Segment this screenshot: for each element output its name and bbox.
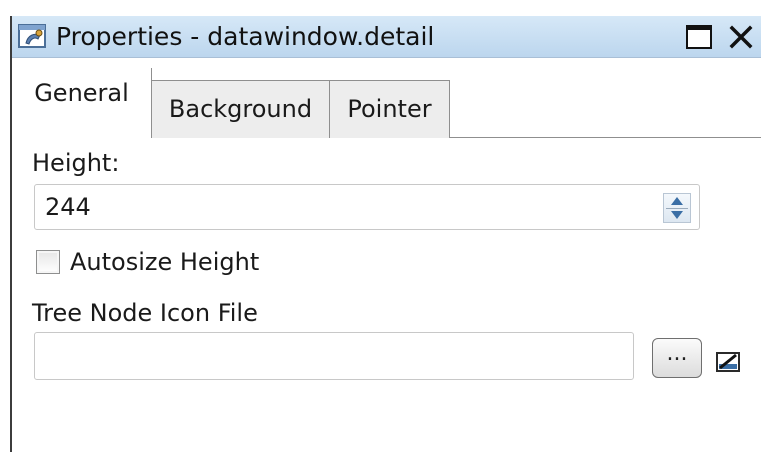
maximize-button[interactable]	[682, 22, 716, 52]
height-value[interactable]: 244	[45, 192, 91, 222]
title-bar[interactable]: Properties - datawindow.detail	[12, 16, 761, 58]
tab-pointer[interactable]: Pointer	[330, 80, 450, 138]
autosize-height-label[interactable]: Autosize Height	[70, 247, 259, 277]
browse-button[interactable]: ...	[652, 338, 702, 378]
edit-icon[interactable]	[716, 352, 742, 374]
properties-window: Properties - datawindow.detail General B…	[10, 16, 761, 452]
height-stepper[interactable]: 244	[34, 184, 700, 230]
maximize-icon	[686, 25, 712, 49]
tab-general[interactable]: General	[12, 68, 152, 138]
tree-node-icon-input[interactable]	[34, 332, 634, 380]
active-tab-connector	[12, 137, 151, 140]
autosize-height-checkbox[interactable]	[36, 250, 60, 274]
properties-icon	[18, 23, 48, 51]
tab-background[interactable]: Background	[152, 80, 330, 138]
height-label: Height:	[32, 149, 120, 177]
spinner-divider	[666, 208, 688, 209]
spin-up-icon[interactable]	[671, 197, 683, 205]
spinner-icon[interactable]	[663, 193, 691, 223]
tab-strip: General Background Pointer	[12, 58, 761, 138]
window-title: Properties - datawindow.detail	[56, 22, 435, 51]
tree-node-icon-label: Tree Node Icon File	[32, 299, 258, 327]
close-icon	[729, 25, 753, 49]
close-button[interactable]	[724, 22, 758, 52]
spin-down-icon[interactable]	[671, 211, 683, 219]
